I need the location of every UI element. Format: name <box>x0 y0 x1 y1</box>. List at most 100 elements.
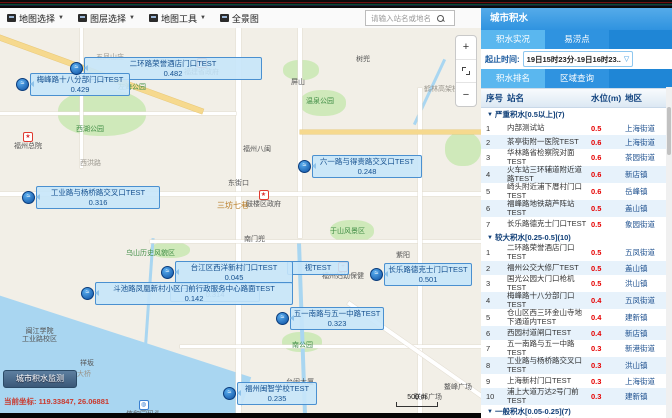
station-marker-label[interactable]: 工业路与杨桥路交叉口TEST0.316 <box>36 186 160 209</box>
table-row[interactable]: 7五一南路与五一中路TEST0.3新港街道 <box>481 340 672 357</box>
station-marker-box[interactable]: 斗池路凤凰新村小区门前行政服务中心路面TEST0.142 <box>95 282 293 305</box>
table-row[interactable]: 10浦上大道万达2号门前TEST0.3建新镇 <box>481 388 672 405</box>
map-label-text: 树兜 <box>356 56 370 63</box>
station-marker-box[interactable]: 福州闽智学校TEST0.235 <box>237 382 317 405</box>
zoom-in-button[interactable]: + <box>456 36 476 60</box>
waterlogging-monitor-button[interactable]: 城市积水监测 <box>3 370 77 388</box>
scrollbar-thumb[interactable] <box>667 107 671 155</box>
toolbar-item-panorama[interactable]: 全景图 <box>213 8 266 28</box>
table-row[interactable]: 4火车站三环辅道附近道路TEST0.6新店镇 <box>481 166 672 183</box>
map-label: 东街口 <box>228 180 249 188</box>
water-station-icon[interactable]: ≈ <box>370 268 383 281</box>
water-station-icon[interactable]: ≈ <box>22 191 35 204</box>
row-station-name: 工业路与杨桥路交叉口TEST <box>507 357 591 374</box>
table-row[interactable]: 6福峰路地铁葫芦阵站TEST0.5盖山镇 <box>481 200 672 217</box>
station-marker-box[interactable]: 台江区西洋新村门口TEST0.045 <box>175 261 293 284</box>
row-station-name: 内部测试站 <box>507 124 591 133</box>
table-row[interactable]: 7长乐路德克士门口TEST0.5象园街道 <box>481 217 672 231</box>
station-marker-label[interactable]: 视TEST <box>287 261 349 275</box>
table-row[interactable]: 5崎头附近浦下厝村门口TEST0.6岳峰镇 <box>481 183 672 200</box>
row-station-name: 梅峰路十八分部门口TEST <box>507 292 591 309</box>
station-marker-label[interactable]: 福州闽智学校TEST0.235 <box>237 382 317 405</box>
toolbar-item-map-tools[interactable]: 地图工具▼ <box>142 8 213 28</box>
row-water-level: 0.6 <box>591 170 625 179</box>
table-row[interactable]: 2茶亭街附一医院TEST0.6上海街道 <box>481 135 672 149</box>
station-name: 工业路与杨桥路交叉口TEST <box>39 188 157 198</box>
station-water-level: 0.323 <box>293 319 381 329</box>
water-station-icon[interactable]: ≈ <box>298 160 311 173</box>
tab-live-water[interactable]: 积水实况 <box>481 30 545 49</box>
table-row[interactable]: 1二环路荣誉酒店门口TEST0.5五凤街道 <box>481 244 672 261</box>
water-station-icon[interactable]: ≈ <box>70 62 83 75</box>
tab-water-ranking[interactable]: 积水排名 <box>481 69 545 88</box>
toolbar-item-layers[interactable]: 图层选择▼ <box>71 8 142 28</box>
map-label: 福州八闽 <box>243 146 271 154</box>
row-water-level: 0.5 <box>591 279 625 288</box>
time-range-label: 起止时间: <box>485 54 520 65</box>
fullscreen-button[interactable] <box>456 60 476 84</box>
table-row[interactable]: 5仓山区西三环金山寺地下通道内TEST0.4建新镇 <box>481 309 672 326</box>
station-marker-label[interactable]: 梅峰路十八分部门口TEST0.429 <box>30 73 130 96</box>
station-marker-box[interactable]: 视TEST <box>287 261 349 275</box>
water-station-icon[interactable]: ≈ <box>161 266 174 279</box>
group-header-label: 严重积水[0.5以上](7) <box>495 109 565 120</box>
water-station-icon[interactable]: ≈ <box>223 387 236 400</box>
station-marker-box[interactable]: 工业路与杨桥路交叉口TEST0.316 <box>36 186 160 209</box>
station-marker-label[interactable]: 斗池路凤凰新村小区门前行政服务中心路面TEST0.142 <box>95 282 293 305</box>
station-water-level: 0.316 <box>39 198 157 208</box>
station-water-level: 0.501 <box>387 275 469 285</box>
time-range-selector[interactable]: 19日15时23分-19日16时23.. ▽ <box>523 51 634 67</box>
table-row[interactable]: 3华林路省检察院对面TEST0.6茶园街道 <box>481 149 672 166</box>
station-marker-box[interactable]: 五一南路与五一中路TEST0.323 <box>290 307 384 330</box>
map-canvas[interactable]: + − 城市积水监测 当前坐标: 119.33847, 26.06881 500… <box>0 28 481 413</box>
station-name: 长乐路德克士门口TEST <box>387 265 469 275</box>
column-level: 水位(m) <box>591 92 625 104</box>
water-station-icon[interactable]: ≈ <box>276 312 289 325</box>
station-marker-label[interactable]: 长乐路德克士门口TEST0.501 <box>384 263 472 286</box>
row-station-name: 上海新村门口TEST <box>507 377 591 386</box>
map-label: 温泉公园 <box>306 98 334 106</box>
water-station-icon[interactable]: ≈ <box>81 287 94 300</box>
table-row[interactable]: 4梅峰路十八分部门口TEST0.4五凤街道 <box>481 292 672 309</box>
tab-flood-points[interactable]: 易涝点 <box>545 30 609 49</box>
station-marker-label[interactable]: 六一路与得贵路交叉口TEST0.248 <box>312 155 422 178</box>
row-no: 7 <box>481 220 507 229</box>
toolbar-item-map-select[interactable]: 地图选择▼ <box>0 8 71 28</box>
water-station-icon[interactable]: ≈ <box>16 78 29 91</box>
map-label-text: 西洪路 <box>80 160 101 167</box>
zoom-out-button[interactable]: − <box>456 83 476 106</box>
row-water-level: 0.4 <box>591 329 625 338</box>
table-row[interactable]: 1内部测试站0.5上海街道 <box>481 121 672 135</box>
map-scale-bar: 500 m <box>396 394 438 407</box>
table-row[interactable]: 9上海新村门口TEST0.3上海街道 <box>481 374 672 388</box>
map-tools-icon <box>149 14 158 22</box>
group-header[interactable]: ▼严重积水[0.5以上](7) <box>481 108 672 121</box>
map-toolbar: 地图选择▼图层选择▼地图工具▼全景图 <box>0 8 481 29</box>
station-marker-box[interactable]: 六一路与得贵路交叉口TEST0.248 <box>312 155 422 178</box>
table-row[interactable]: 8工业路与杨桥路交叉口TEST0.3洪山镇 <box>481 357 672 374</box>
road-major <box>300 130 481 134</box>
table-row[interactable]: 3国光公园大门口枪机TEST0.5洪山镇 <box>481 275 672 292</box>
table-row[interactable]: 2福州公交大修厂TEST0.5盖山镇 <box>481 261 672 275</box>
row-region: 上海街道 <box>625 123 665 134</box>
station-marker-box[interactable]: 长乐路德克士门口TEST0.501 <box>384 263 472 286</box>
map-label: 西湖公园 <box>76 126 104 134</box>
anchor-icon: ◍ <box>139 400 149 410</box>
row-no: 4 <box>481 296 507 305</box>
station-marker-box[interactable]: 梅峰路十八分部门口TEST0.429 <box>30 73 130 96</box>
station-marker-label[interactable]: 五一南路与五一中路TEST0.323 <box>290 307 384 330</box>
station-water-level: 0.045 <box>178 273 290 283</box>
map-label: 树兜 <box>356 56 370 64</box>
tab-region-query[interactable]: 区域查询 <box>545 69 609 88</box>
row-station-name: 崎头附近浦下厝村门口TEST <box>507 183 591 200</box>
row-water-level: 0.6 <box>591 153 625 162</box>
panel-scrollbar[interactable] <box>666 87 672 418</box>
row-no: 4 <box>481 170 507 179</box>
search-icon[interactable] <box>437 15 444 22</box>
group-header-label: 一般积水[0.05-0.25](7) <box>495 406 571 417</box>
station-marker-label[interactable]: 台江区西洋新村门口TEST0.045 <box>175 261 293 284</box>
table-row[interactable]: 6西园村道闸口TEST0.4新店镇 <box>481 326 672 340</box>
search-input[interactable] <box>369 13 437 24</box>
station-search-box[interactable] <box>365 10 455 26</box>
row-region: 洪山镇 <box>625 360 665 371</box>
